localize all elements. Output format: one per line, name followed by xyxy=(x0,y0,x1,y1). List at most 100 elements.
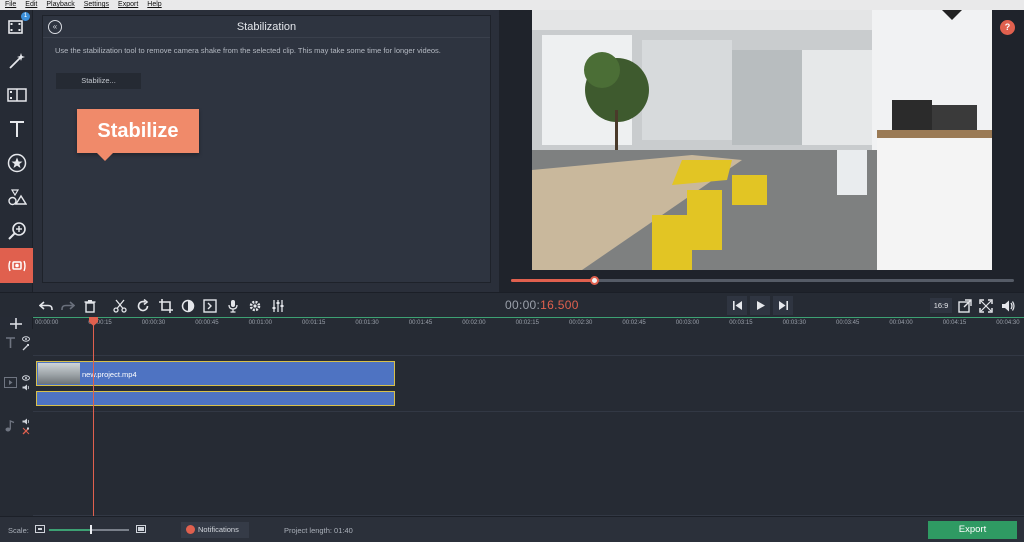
ruler-tick-label: 00:04:15 xyxy=(942,320,967,326)
delete-button[interactable] xyxy=(80,296,99,315)
ruler-tick-label: 00:03:30 xyxy=(782,320,806,326)
stickers-button[interactable] xyxy=(0,146,33,179)
zoom-out-icon[interactable] xyxy=(35,525,45,533)
previous-button[interactable] xyxy=(727,296,747,315)
film-track-icon xyxy=(4,377,17,388)
scale-label: Scale: xyxy=(8,526,29,535)
next-button[interactable] xyxy=(773,296,793,315)
scale-slider[interactable] xyxy=(49,525,129,534)
bell-icon xyxy=(186,525,195,534)
skip-forward-icon xyxy=(778,301,788,310)
stabilize-button[interactable]: Stabilize... xyxy=(56,73,141,89)
rotate-button[interactable] xyxy=(133,296,152,315)
help-button[interactable]: ? xyxy=(1000,20,1015,35)
playhead[interactable] xyxy=(93,317,94,516)
gear-icon xyxy=(249,300,260,311)
crop-icon xyxy=(158,298,173,313)
clip-properties-icon xyxy=(202,298,217,313)
title-track[interactable] xyxy=(33,329,1024,356)
menu-export[interactable]: Export xyxy=(118,0,138,10)
eye-icon[interactable] xyxy=(22,375,30,381)
zoom-in-icon[interactable] xyxy=(136,525,146,533)
seek-bar[interactable] xyxy=(511,276,1014,285)
color-adjust-button[interactable] xyxy=(178,296,197,315)
trash-icon xyxy=(84,299,95,313)
skip-back-icon xyxy=(732,301,742,310)
record-audio-button[interactable] xyxy=(223,296,242,315)
speaker-icon[interactable] xyxy=(22,384,30,391)
seek-bar-handle[interactable] xyxy=(589,276,599,285)
aspect-ratio-button[interactable]: 16:9 xyxy=(930,298,952,313)
playback-time: 00:00:16.500 xyxy=(505,298,579,312)
ruler-tick-label: 00:01:00 xyxy=(248,320,272,326)
panel-description: Use the stabilization tool to remove cam… xyxy=(55,46,441,55)
title-track-header xyxy=(0,334,33,354)
undo-icon xyxy=(38,300,53,310)
import-button[interactable]: 1 xyxy=(0,10,33,43)
panel-header: « Stabilization xyxy=(43,16,490,38)
redo-icon xyxy=(60,300,75,310)
ruler-tick-label: 00:02:45 xyxy=(622,320,646,326)
ruler-tick-label: 00:03:00 xyxy=(675,320,700,326)
menu-playback[interactable]: Playback xyxy=(46,0,74,10)
timeline-ruler[interactable]: 00:00:00 00:00:15 00:00:30 00:00:45 00:01:00… xyxy=(33,317,1024,329)
eye-icon[interactable] xyxy=(22,336,30,342)
speaker-icon xyxy=(1001,300,1015,311)
fullscreen-icon xyxy=(978,298,993,313)
export-button[interactable]: Export xyxy=(928,521,1017,539)
clip-audio[interactable] xyxy=(36,391,395,406)
menu-file[interactable]: File xyxy=(5,0,16,10)
settings-button[interactable] xyxy=(245,296,264,315)
rotate-icon xyxy=(137,298,148,311)
titles-button[interactable] xyxy=(0,112,33,145)
seek-bar-fill xyxy=(511,279,594,282)
video-track-header xyxy=(0,372,33,396)
ruler-tick-label: 00:02:30 xyxy=(569,320,593,326)
video-clip[interactable]: new.project.mp4 xyxy=(36,361,395,386)
volume-button[interactable] xyxy=(998,296,1017,315)
play-button[interactable] xyxy=(750,296,770,315)
import-badge: 1 xyxy=(21,12,30,21)
shapes-button[interactable] xyxy=(0,180,33,213)
menu-edit[interactable]: Edit xyxy=(25,0,37,10)
ruler-tick-label: 00:03:45 xyxy=(836,320,860,326)
audio-mixer-button[interactable] xyxy=(268,296,287,315)
fullscreen-button[interactable] xyxy=(976,296,995,315)
project-length: Project length: 01:40 xyxy=(284,526,353,535)
notifications-label: Notifications xyxy=(198,525,239,534)
clip-properties-button[interactable] xyxy=(200,296,219,315)
titles-icon xyxy=(9,120,24,137)
speaker-icon[interactable] xyxy=(22,418,30,425)
stickers-icon xyxy=(7,153,26,172)
transitions-button[interactable] xyxy=(0,78,33,111)
ruler-tick-label: 00:04:00 xyxy=(889,320,913,326)
ruler-tick-label: 00:00:00 xyxy=(35,320,59,326)
menu-bar: File Edit Playback Settings Export Help xyxy=(0,0,1024,10)
music-note-icon xyxy=(5,420,15,432)
magic-wand-icon xyxy=(8,52,25,69)
play-icon xyxy=(756,301,765,310)
notifications-button[interactable]: Notifications xyxy=(181,522,249,538)
zoom-icon xyxy=(7,221,26,240)
zoom-button[interactable] xyxy=(0,214,33,247)
ruler-tick-label: 00:01:30 xyxy=(355,320,379,326)
split-button[interactable] xyxy=(110,296,129,315)
filters-button[interactable] xyxy=(0,44,33,77)
undo-button[interactable] xyxy=(36,296,55,315)
detach-preview-button[interactable] xyxy=(955,296,974,315)
contrast-icon xyxy=(181,299,194,312)
crop-button[interactable] xyxy=(156,296,175,315)
office-scene-image xyxy=(532,10,992,270)
status-bar: Scale: Notifications Project length: 01:… xyxy=(0,516,1024,542)
scale-slider-handle[interactable] xyxy=(89,525,92,534)
ruler-tick-label: 00:04:30 xyxy=(996,320,1020,326)
ruler-tick-label: 00:01:15 xyxy=(302,320,326,326)
menu-settings[interactable]: Settings xyxy=(84,0,109,10)
lock-icon[interactable] xyxy=(22,344,30,351)
mute-icon[interactable] xyxy=(22,427,30,435)
stabilization-button[interactable] xyxy=(0,248,33,283)
ruler-tick-label: 00:02:15 xyxy=(515,320,539,326)
redo-button[interactable] xyxy=(58,296,77,315)
audio-track[interactable] xyxy=(33,412,1024,516)
menu-help[interactable]: Help xyxy=(147,0,161,10)
